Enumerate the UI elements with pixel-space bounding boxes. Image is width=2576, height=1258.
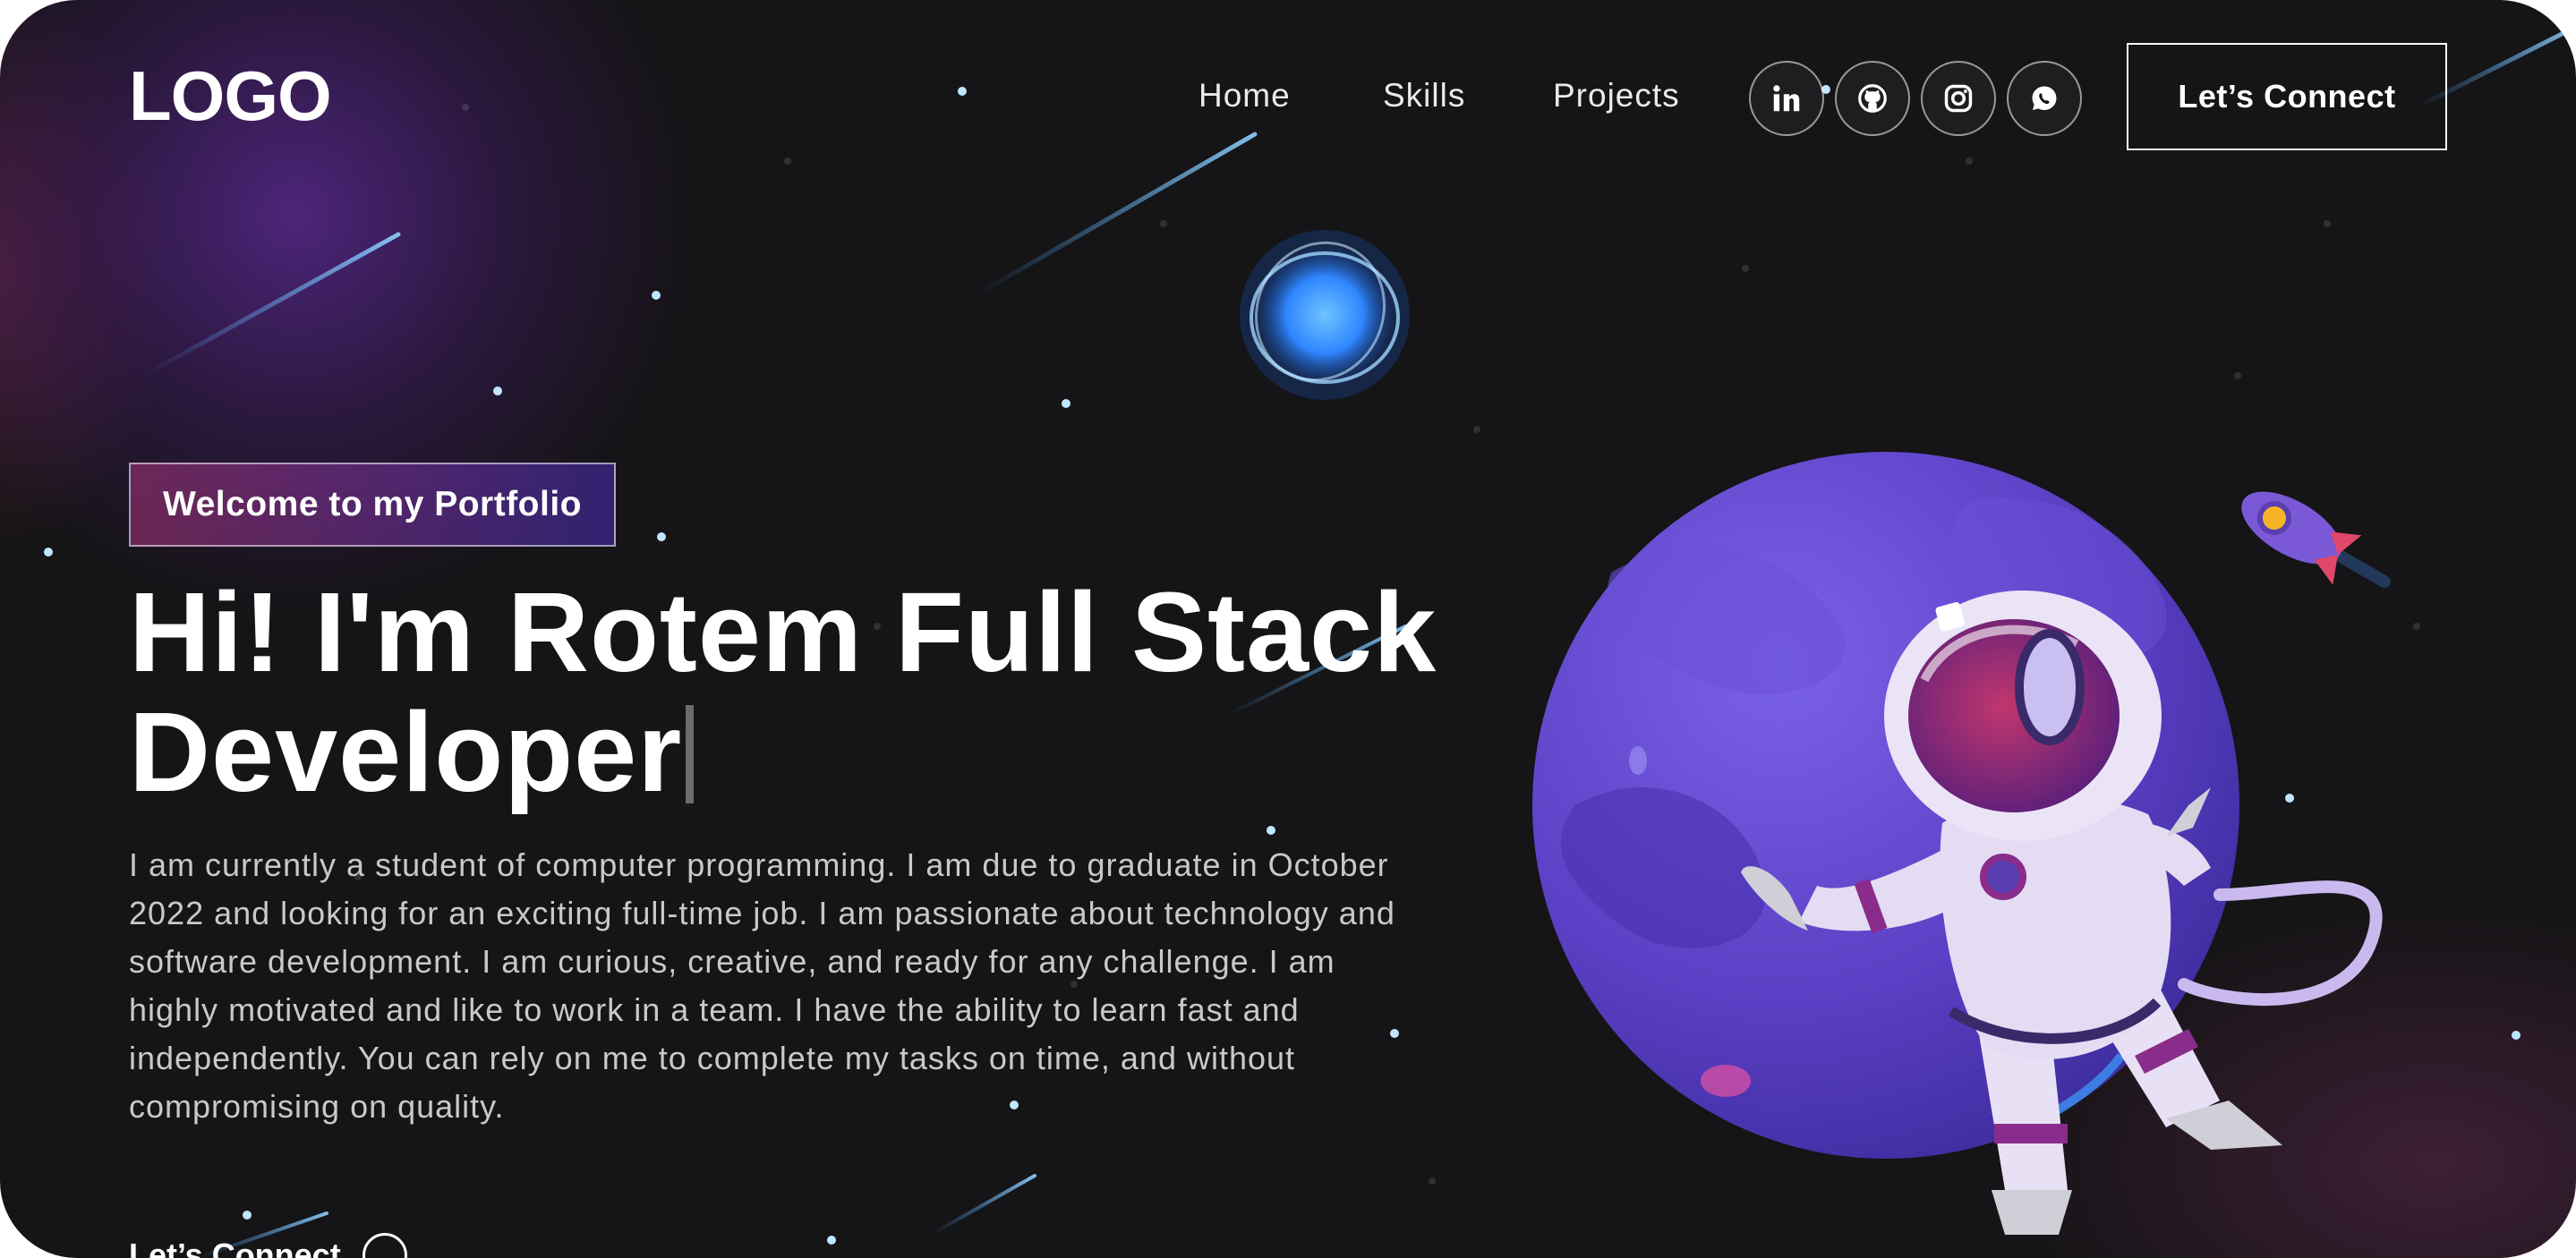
- instagram-icon: [1944, 84, 1973, 113]
- whatsapp-link[interactable]: [2007, 61, 2082, 136]
- typing-cursor: [686, 705, 695, 803]
- github-icon: [1858, 84, 1887, 113]
- banner-connect-button[interactable]: Let’s Connect: [129, 1233, 407, 1258]
- rocket: [2241, 491, 2391, 588]
- instagram-link[interactable]: [1921, 61, 1996, 136]
- tagline-badge: Welcome to my Portfolio: [129, 463, 616, 547]
- whatsapp-icon: [2032, 86, 2057, 110]
- nav-home[interactable]: Home: [1198, 77, 1291, 115]
- page-title: Hi! I'm Rotem Full Stack Developer: [129, 573, 1525, 812]
- arrow-right-circle-icon: [362, 1233, 407, 1258]
- logo[interactable]: LOGO: [129, 55, 332, 137]
- lets-connect-button[interactable]: Let’s Connect: [2127, 43, 2447, 150]
- linkedin-link[interactable]: [1749, 61, 1824, 136]
- banner-connect-label: Let’s Connect: [129, 1237, 341, 1258]
- nav-projects[interactable]: Projects: [1553, 77, 1680, 115]
- github-link[interactable]: [1835, 61, 1910, 136]
- headline-text: Hi! I'm Rotem Full Stack Developer: [129, 569, 1437, 815]
- intro-paragraph: I am currently a student of computer pro…: [129, 846, 1395, 1125]
- moon: [1240, 230, 1410, 400]
- linkedin-icon: [1773, 85, 1800, 112]
- hero-banner: LOGO Home Skills Projects Let’s Connect: [0, 0, 2576, 1258]
- nav-skills[interactable]: Skills: [1383, 77, 1465, 115]
